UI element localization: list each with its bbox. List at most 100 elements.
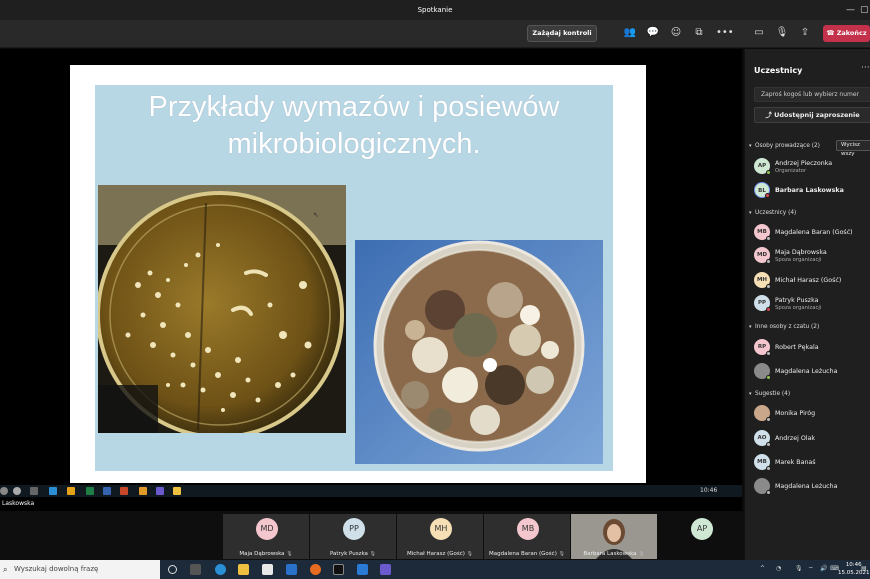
participant-video-tile[interactable]: Barbara Laskowska 🎙	[571, 514, 657, 559]
chat-icon[interactable]: 💬	[646, 26, 660, 40]
participant-item[interactable]: AP Andrzej Pieczonka Organizator	[754, 156, 870, 176]
excel-icon	[86, 487, 94, 495]
notifications-icon[interactable]: ▤	[861, 565, 867, 572]
tile-name: Barbara Laskowska	[583, 551, 637, 557]
status-badge	[766, 170, 771, 175]
participant-item[interactable]: PP Patryk Puszka Spoza organizacji	[754, 293, 870, 313]
end-call-button[interactable]: ☎ Zakończ	[823, 25, 870, 42]
mic-icon[interactable]: 🎙	[795, 565, 803, 572]
participant-role: Spoza organizacji	[775, 257, 822, 263]
teams-icon[interactable]	[380, 564, 391, 575]
section-chat[interactable]: ▾ Inne osoby z czatu (2)	[749, 324, 819, 330]
slide-title-line1: Przykłady wymazów i posiewów	[148, 91, 560, 123]
mic-off-icon: 🎙	[466, 551, 474, 557]
camera-off-icon[interactable]: ▭	[752, 26, 766, 40]
section-suggestions[interactable]: ▾ Sugestie (4)	[749, 391, 790, 397]
firefox-icon[interactable]	[310, 564, 321, 575]
search-icon: ⌕	[3, 565, 8, 574]
participant-name: Patryk Puszka	[775, 297, 819, 304]
task-view-icon[interactable]	[190, 564, 201, 575]
participant-item[interactable]: MH Michał Harasz (Gość)	[754, 270, 870, 290]
word-icon	[103, 487, 111, 495]
participant-item[interactable]: Magdalena Leżucha	[754, 476, 870, 496]
section-label: Sugestie (4)	[755, 391, 791, 397]
participant-item[interactable]: Monika Piróg	[754, 403, 870, 423]
participant-tile[interactable]: AP	[658, 514, 744, 559]
petri-dish-mold-photo	[355, 240, 603, 464]
participant-item[interactable]: MB Marek Banaś	[754, 452, 870, 472]
mail-icon[interactable]	[286, 564, 297, 575]
participant-item[interactable]: MB Magdalena Baran (Gość)	[754, 222, 870, 242]
file-explorer-icon[interactable]	[238, 564, 249, 575]
slide-title-line2: mikrobiologicznych.	[227, 128, 481, 160]
participant-tile[interactable]: PP Patryk Puszka 🎙	[310, 514, 396, 559]
status-badge	[766, 307, 771, 312]
participant-tile[interactable]: MB Magdalena Baran (Gość) 🎙	[484, 514, 570, 559]
rooms-icon[interactable]: ⧉	[692, 26, 706, 40]
avatar-photo	[754, 478, 771, 495]
section-attendees[interactable]: ▾ Uczestnicy (4)	[749, 210, 796, 216]
maximize-icon[interactable]: ▢	[860, 0, 869, 20]
participant-name: Marek Banaś	[775, 459, 816, 466]
avatar: MH	[754, 272, 771, 289]
request-control-button[interactable]: Zażądaj kontroli	[527, 25, 597, 42]
network-icon[interactable]: ◔	[776, 565, 781, 572]
store-icon[interactable]	[262, 564, 273, 575]
vscode-icon[interactable]	[357, 564, 368, 575]
avatar: MD	[256, 518, 278, 540]
presentation-slide: Przykłady wymazów i posiewów mikrobiolog…	[70, 65, 646, 483]
phone-icon: ☎	[826, 29, 837, 37]
participant-name: Maja Dąbrowska	[775, 249, 827, 256]
taskbar-search-input[interactable]: ⌕ Wyszukaj dowolną frazę	[0, 560, 160, 579]
participant-tile[interactable]: MH Michał Harasz (Gość) 🎙	[397, 514, 483, 559]
avatar-initials: MD	[756, 252, 768, 258]
terminal-icon[interactable]	[333, 564, 344, 575]
presenter-name-label: Laskowska	[0, 497, 742, 511]
share-invite-button[interactable]: ⤴ Udostępnij zaproszenie	[754, 107, 870, 123]
avatar-initials: MB	[757, 459, 767, 465]
tile-name: Maja Dąbrowska	[239, 551, 285, 557]
participant-tile[interactable]: MD Maja Dąbrowska 🎙	[223, 514, 309, 559]
remote-taskbar: 10:46	[0, 485, 742, 497]
status-badge	[766, 375, 771, 380]
participant-name: Magdalena Leżucha	[775, 483, 838, 490]
wifi-icon[interactable]: ⌔	[808, 565, 814, 573]
participants-icon[interactable]: 👥	[623, 26, 637, 40]
avatar: MH	[430, 518, 452, 540]
participant-role: Spoza organizacji	[775, 305, 822, 311]
participant-item[interactable]: MD Maja Dąbrowska Spoza organizacji	[754, 245, 870, 265]
volume-icon[interactable]: 🔊	[820, 565, 827, 572]
status-badge	[766, 236, 771, 241]
avatar-initials: RP	[757, 344, 767, 350]
teams-icon	[156, 487, 164, 495]
section-presenters[interactable]: ▾ Osoby prowadzące (2)	[749, 143, 820, 149]
mic-off-icon[interactable]: 🎙	[775, 26, 789, 40]
participant-item[interactable]: AO Andrzej Olak	[754, 428, 870, 448]
avatar: AP	[754, 158, 771, 175]
meeting-toolbar: Zażądaj kontroli 👥 💬 ☺ ⧉ ••• ▭ 🎙 ⇪ ☎ Zak…	[0, 20, 870, 48]
participant-item[interactable]: Magdalena Leżucha	[754, 361, 870, 381]
cortana-icon[interactable]	[168, 565, 177, 574]
more-actions-icon[interactable]: •••	[716, 26, 734, 40]
invite-search-input[interactable]: Zaproś kogoś lub wybierz numer	[754, 87, 870, 102]
panel-title: Uczestnicy	[754, 66, 803, 75]
more-options-icon[interactable]: ···	[861, 63, 870, 73]
share-screen-icon[interactable]: ⇪	[798, 26, 812, 40]
task-view-icon	[30, 487, 38, 495]
mute-all-button[interactable]: Wycisz wszy	[836, 140, 870, 157]
avatar-initials: AO	[757, 435, 767, 441]
tray-chevron-icon[interactable]: ^	[760, 565, 765, 572]
edge-icon[interactable]	[215, 564, 226, 575]
avatar: AP	[691, 518, 713, 540]
window-titlebar: Spotkanie — ▢	[0, 0, 870, 20]
windows-taskbar: ⌕ Wyszukaj dowolną frazę ^ ◔ 🎙 ⌔ 🔊 ⌨ 10:…	[0, 560, 870, 579]
mouse-cursor-icon: ↖	[313, 211, 319, 219]
reactions-icon[interactable]: ☺	[669, 26, 683, 40]
minimize-icon[interactable]: —	[846, 0, 855, 20]
avatar: RP	[754, 339, 771, 356]
participant-item[interactable]: RP Robert Pękala	[754, 337, 870, 357]
share-invite-label: Udostępnij zaproszenie	[774, 111, 860, 119]
avatar: PP	[343, 518, 365, 540]
powerpoint-icon	[120, 487, 128, 495]
participant-item[interactable]: BL Barbara Laskowska	[754, 180, 870, 200]
